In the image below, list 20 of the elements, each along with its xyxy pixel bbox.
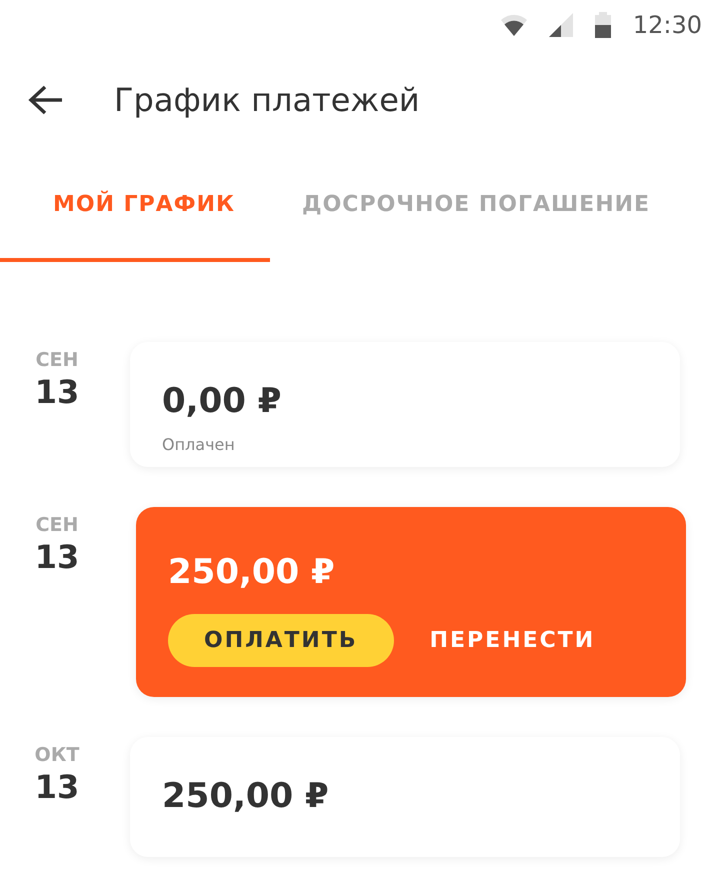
pay-button[interactable]: ОПЛАТИТЬ [168,614,394,667]
payment-amount: 250,00 ₽ [162,775,330,818]
signal-icon [548,13,573,37]
back-arrow-icon[interactable] [28,84,64,116]
day-number: 13 [34,770,80,805]
tab[interactable]: ДОСРОЧНОЕ ПОГАШЕНИЕ [270,150,666,262]
clock-time: 12:30 [632,10,702,41]
payment-amount: 250,00 ₽ [168,551,336,594]
payment-status: Оплачен [162,434,236,456]
month-label: ОКТ [34,743,80,768]
day-number: 13 [34,540,80,575]
battery-icon [594,12,611,38]
payment-amount: 0,00 ₽ [162,380,282,423]
month-label: СЕН [34,348,80,373]
screen-title: График платежей [114,80,420,121]
tab[interactable]: МОЙ ГРАФИК [0,150,270,262]
wifi-icon [500,14,527,36]
postpone-button[interactable]: ПЕРЕНЕСТИ [410,614,616,667]
month-label: СЕН [34,513,80,538]
day-number: 13 [34,374,80,410]
